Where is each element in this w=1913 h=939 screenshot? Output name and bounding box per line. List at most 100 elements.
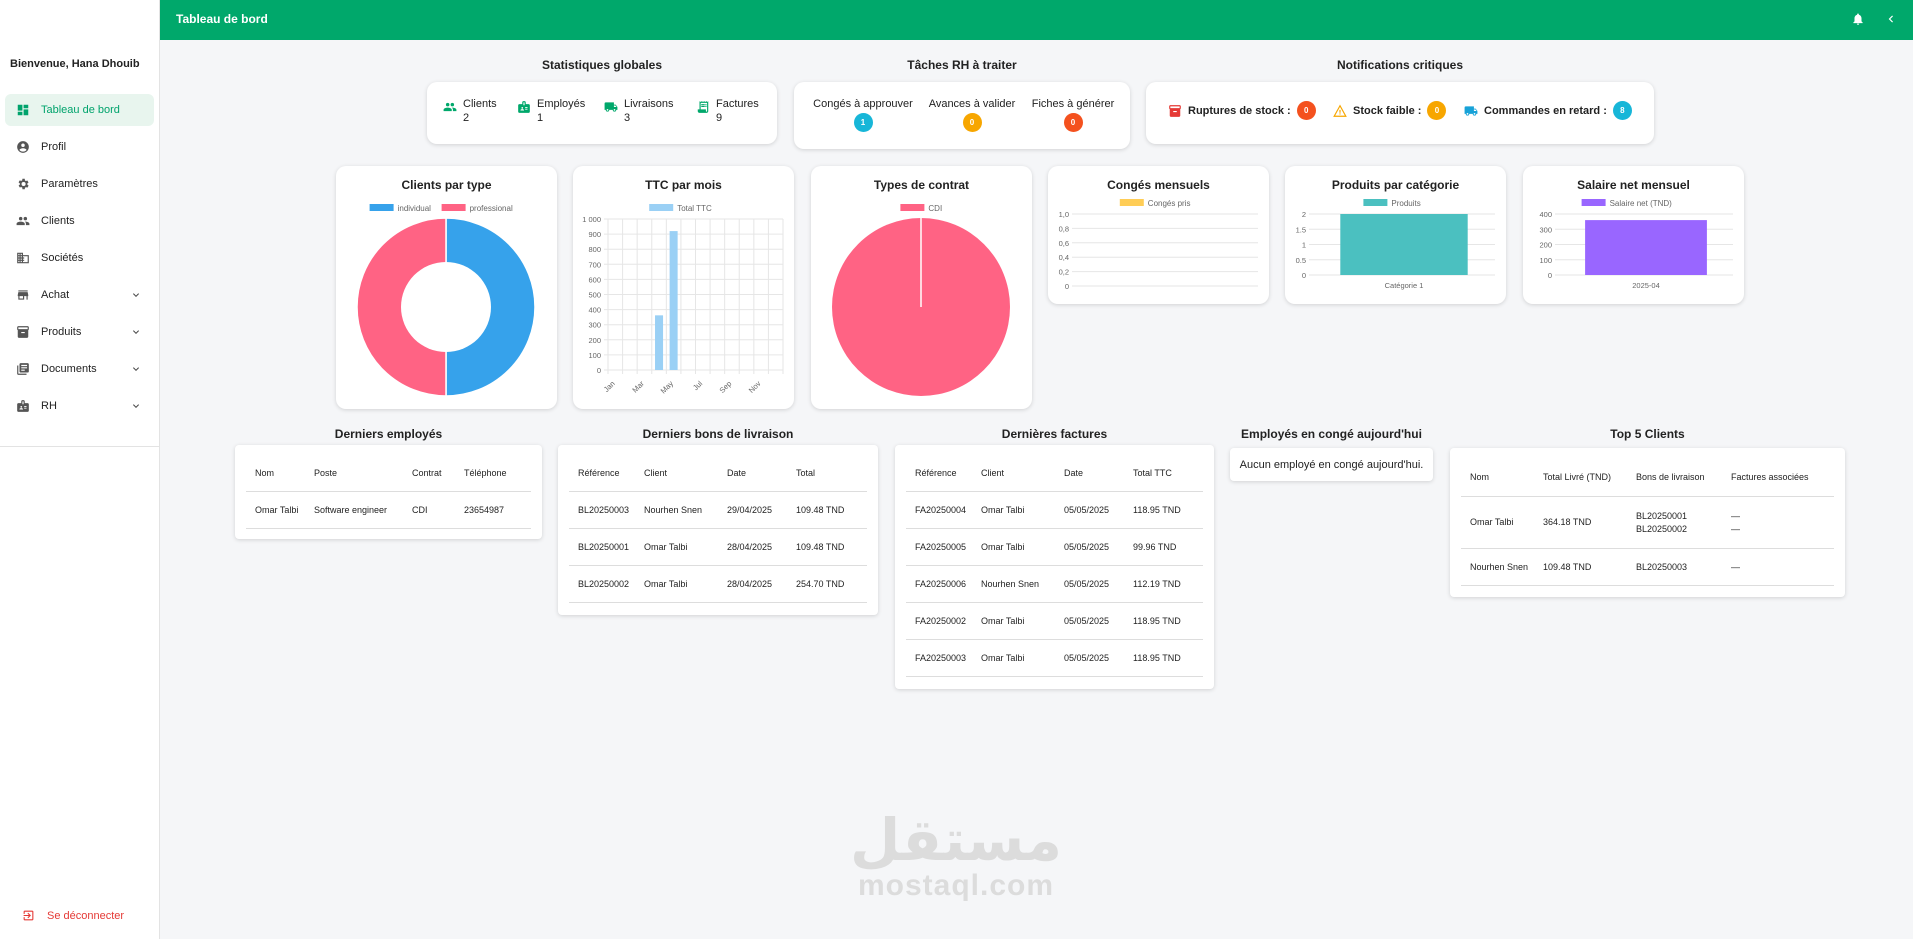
invoices-card: Référence Client Date Total TTC FA202500… bbox=[895, 445, 1214, 689]
table-row[interactable]: BL20250001 Omar Talbi 28/04/2025 109.48 TND bbox=[569, 528, 867, 566]
bar bbox=[1340, 214, 1468, 275]
stat-deliveries: Livraisons 3 bbox=[604, 98, 674, 124]
table-row[interactable]: FA20250005 Omar Talbi 05/05/2025 99.96 TND bbox=[906, 528, 1203, 566]
sidebar-item-label: Clients bbox=[41, 215, 75, 227]
table-row[interactable]: FA20250006 Nourhen Snen 05/05/2025 112.19 T… bbox=[906, 565, 1203, 603]
badge-icon bbox=[518, 101, 530, 113]
y-tick-label: 0 bbox=[1302, 271, 1306, 280]
table-cell: Omar Talbi bbox=[981, 639, 1064, 677]
y-tick-label: 900 bbox=[588, 230, 601, 239]
stat-employees: Employés 1 bbox=[517, 98, 585, 124]
legend-swatch bbox=[1581, 199, 1606, 206]
y-tick-label: 1 000 bbox=[582, 215, 601, 224]
table-row[interactable]: FA20250004 Omar Talbi 05/05/2025 118.95 TND bbox=[906, 491, 1203, 529]
sidebar-item-purchase[interactable]: Achat bbox=[5, 279, 154, 311]
receipt-icon bbox=[697, 101, 709, 113]
chart-clients-by-type: Clients par type individual professional bbox=[336, 166, 557, 409]
y-tick-label: 0,2 bbox=[1059, 268, 1069, 277]
table-row[interactable]: Omar Talbi Software engineer CDI 2365498… bbox=[246, 491, 531, 529]
y-tick-label: 100 bbox=[588, 351, 601, 360]
legend-label: individual bbox=[398, 204, 432, 213]
sidebar-item-settings[interactable]: Paramètres bbox=[5, 168, 154, 200]
task-leave-approve[interactable]: Congés à approuver 1 bbox=[810, 98, 916, 132]
sidebar-item-dashboard[interactable]: Tableau de bord bbox=[5, 94, 154, 126]
sidebar-item-hr[interactable]: RH bbox=[5, 390, 154, 422]
sidebar-item-companies[interactable]: Sociétés bbox=[5, 242, 154, 274]
chevron-left-icon[interactable] bbox=[1884, 12, 1898, 26]
sidebar-item-documents[interactable]: Documents bbox=[5, 353, 154, 385]
stat-label: Clients bbox=[463, 98, 497, 110]
y-tick-label: 1 bbox=[1302, 241, 1306, 250]
x-tick-label: Catégorie 1 bbox=[1385, 281, 1424, 290]
chart-canvas: Congés pris 0 0,2 0,4 0,6 0,8 1,0 bbox=[1059, 199, 1258, 291]
chevron-down-icon bbox=[133, 367, 139, 371]
stat-clients: Clients 2 bbox=[443, 98, 497, 124]
sidebar-item-clients[interactable]: Clients bbox=[5, 205, 154, 237]
stat-label: Livraisons bbox=[624, 98, 674, 110]
sidebar-item-label: Produits bbox=[41, 326, 82, 338]
table-header-row: Nom Poste Contrat Téléphone bbox=[246, 455, 531, 492]
table-cell: 05/05/2025 bbox=[1064, 602, 1133, 640]
y-tick-label: 0,6 bbox=[1059, 239, 1069, 248]
table-cell: 364.18 TND bbox=[1543, 496, 1636, 549]
sidebar-item-profile[interactable]: Profil bbox=[5, 131, 154, 163]
legend-swatch bbox=[900, 204, 925, 211]
notif-late-orders[interactable]: Commandes en retard : 8 bbox=[1464, 101, 1632, 120]
legend-label: Produits bbox=[1391, 199, 1420, 208]
table-row[interactable]: BL20250002 Omar Talbi 28/04/2025 254.70 TND bbox=[569, 565, 867, 603]
table-cell: 23654987 bbox=[464, 491, 531, 529]
table-cell: Omar Talbi bbox=[644, 528, 727, 566]
table-row[interactable]: FA20250003 Omar Talbi 05/05/2025 118.95 TND bbox=[906, 639, 1203, 677]
table-cell: FA20250005 bbox=[906, 528, 981, 566]
legend-swatch bbox=[649, 204, 674, 211]
sidebar-divider bbox=[0, 446, 160, 447]
table-cell: Nourhen Snen bbox=[644, 491, 727, 529]
y-tick-label: 0 bbox=[597, 366, 601, 375]
table-cell: BL20250002 bbox=[569, 565, 644, 603]
task-payslips-generate[interactable]: Fiches à générer 0 bbox=[1025, 98, 1121, 132]
notif-stockout[interactable]: Ruptures de stock : 0 bbox=[1168, 101, 1316, 120]
chart-canvas: Salaire net (TND) 0 100 200 300 400 2025-04 bbox=[1539, 199, 1733, 290]
table-cell: 99.96 TND bbox=[1133, 528, 1203, 566]
bell-icon[interactable] bbox=[1851, 12, 1865, 26]
table-cell: BL20250001 bbox=[569, 528, 644, 566]
column-header: Bons de livraison bbox=[1636, 458, 1731, 497]
notif-label: Ruptures de stock : bbox=[1188, 104, 1291, 117]
table-row[interactable]: FA20250002 Omar Talbi 05/05/2025 118.95 TND bbox=[906, 602, 1203, 640]
table-cell: — — bbox=[1731, 496, 1834, 549]
table-row[interactable]: Nourhen Snen 109.48 TND BL20250003 — bbox=[1461, 548, 1834, 586]
table-row[interactable]: Omar Talbi 364.18 TND BL20250001 BL202500… bbox=[1461, 496, 1834, 549]
sidebar-item-label: Profil bbox=[41, 141, 67, 153]
table-row[interactable]: BL20250003 Nourhen Snen 29/04/2025 109.48 T… bbox=[569, 491, 867, 529]
column-header: Factures associées bbox=[1731, 458, 1834, 497]
column-header: Total Livré (TND) bbox=[1543, 458, 1636, 497]
table-cell: Omar Talbi bbox=[981, 602, 1064, 640]
stat-label: Employés bbox=[537, 98, 586, 110]
task-advances-validate[interactable]: Avances à valider 0 bbox=[922, 98, 1022, 132]
legend-label: CDI bbox=[928, 204, 942, 213]
column-header: Total bbox=[796, 455, 867, 492]
deliveries-table: Référence Client Date Total BL20250003 No… bbox=[569, 455, 867, 603]
table-cell: FA20250004 bbox=[906, 491, 981, 529]
empty-state-text: Aucun employé en congé aujourd'hui. bbox=[1239, 458, 1424, 471]
stat-value: 9 bbox=[716, 112, 723, 124]
stats-card: Clients 2 Employés 1 Livraisons 3 Factures 9 bbox=[427, 82, 777, 144]
table-cell: FA20250006 bbox=[906, 565, 981, 603]
watermark: مستقل mostaql.com bbox=[840, 810, 1072, 902]
legend-swatch bbox=[441, 204, 466, 211]
task-label: Avances à valider bbox=[928, 98, 1016, 110]
stats-title: Statistiques globales bbox=[541, 58, 663, 72]
y-tick-label: 300 bbox=[588, 321, 601, 330]
table-cell: Omar Talbi bbox=[644, 565, 727, 603]
column-header: Client bbox=[644, 455, 727, 492]
leave-today-card: Aucun employé en congé aujourd'hui. bbox=[1230, 448, 1433, 481]
notif-low-stock[interactable]: Stock faible : 0 bbox=[1333, 101, 1447, 120]
table-cell: Omar Talbi bbox=[981, 491, 1064, 529]
logout-button[interactable]: Se déconnecter bbox=[22, 909, 124, 922]
table-cell: FA20250003 bbox=[906, 639, 981, 677]
people-icon bbox=[443, 102, 457, 112]
column-header: Nom bbox=[1461, 458, 1543, 497]
sidebar-item-label: Sociétés bbox=[41, 252, 84, 264]
table-cell: 05/05/2025 bbox=[1064, 639, 1133, 677]
sidebar-item-products[interactable]: Produits bbox=[5, 316, 154, 348]
